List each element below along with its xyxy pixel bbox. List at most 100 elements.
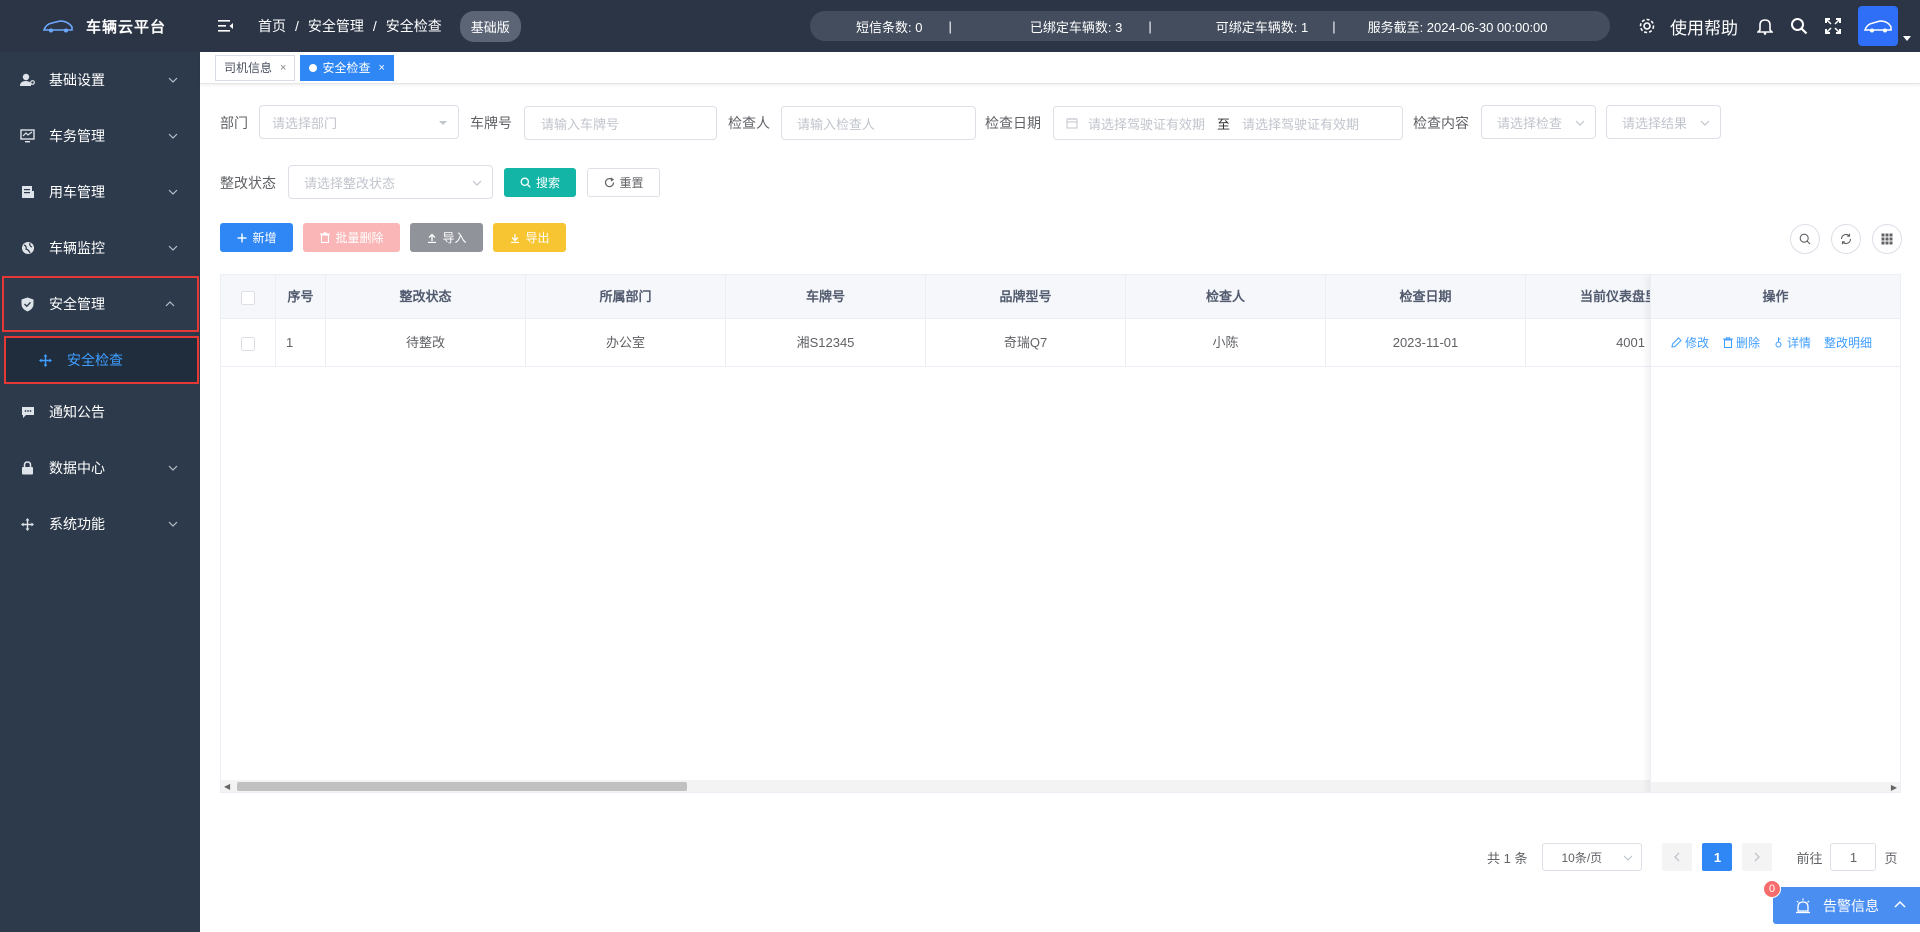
goto-page-input[interactable]: 1 [1830,843,1877,871]
version-badge: 基础版 [459,10,521,42]
detail-button[interactable]: 详情 [1773,334,1811,351]
column-header: 检查人 [1126,275,1326,319]
search-icon[interactable] [1788,15,1810,37]
settings-gear-icon[interactable] [1636,15,1658,37]
refresh-icon [603,177,615,189]
row-select-cell [221,319,276,367]
table-row[interactable]: 1 待整改 办公室 湘S12345 奇瑞Q7 小陈 2023-11-01 400… [221,319,1900,367]
tab-driver-info[interactable]: 司机信息 × [215,54,296,81]
chevron-down-icon [168,521,178,527]
delete-label: 删除 [1736,336,1761,350]
refresh-icon [1840,233,1852,245]
sidebar-subitem-safety-check[interactable]: 安全检查 [4,336,199,384]
search-button-label: 搜索 [535,176,560,190]
column-settings-button[interactable] [1872,224,1902,254]
check-result-select[interactable]: 请选择结果 [1606,105,1721,139]
cell-index: 1 [276,319,326,367]
shield-icon [20,297,35,312]
search-button[interactable]: 搜索 [504,168,576,197]
cell-inspector: 小陈 [1126,319,1326,367]
sidebar-item-vehicle-usage[interactable]: 用车管理 [0,164,200,220]
bound-vehicles-count: 已绑定车辆数: 3 [1029,19,1123,35]
sidebar-item-vehicle-affairs[interactable]: 车务管理 [0,108,200,164]
car-logo-icon [42,20,73,33]
breadcrumb-separator: / [372,18,377,34]
move-icon [20,517,35,532]
sidebar-item-notices[interactable]: 通知公告 [0,384,200,440]
fullscreen-icon[interactable] [1822,15,1844,37]
batch-delete-button[interactable]: 批量删除 [303,223,400,252]
export-button[interactable]: 导出 [493,223,566,252]
next-page-button[interactable] [1742,843,1773,871]
scroll-left-arrow-icon[interactable]: ◀ [224,782,230,791]
prev-page-button[interactable] [1662,843,1693,871]
alarm-info-button[interactable]: 告警信息 [1773,887,1920,924]
cell-check-date: 2023-11-01 [1326,319,1526,367]
sidebar-item-label: 车辆监控 [49,240,105,256]
hamburger-menu-icon[interactable] [216,16,236,36]
info-divider: | [948,18,952,34]
reset-button-label: 重置 [619,176,644,190]
plate-input[interactable]: 请输入车牌号 [524,106,717,140]
logo[interactable]: 车辆云平台 [0,0,200,52]
tab-safety-check[interactable]: 安全检查 × [300,54,394,81]
page-number-1[interactable]: 1 [1702,843,1733,871]
edit-button[interactable]: 修改 [1671,334,1709,351]
delete-button[interactable]: 删除 [1722,334,1760,351]
column-header: 车牌号 [726,275,926,319]
sidebar-item-safety-management[interactable]: 安全管理 [2,276,199,332]
reset-button[interactable]: 重置 [587,168,660,197]
globe-icon [20,241,35,256]
department-placeholder: 请选择部门 [272,115,338,131]
safety-check-table: 序号 整改状态 所属部门 车牌号 品牌型号 检查人 检查日期 当前仪表盘里程 1… [220,274,1901,793]
bell-icon[interactable] [1754,15,1776,37]
check-content-select[interactable]: 请选择检查 [1481,105,1596,139]
rectify-detail-button[interactable]: 整改明细 [1824,334,1872,351]
download-icon [509,232,521,244]
message-icon [20,405,35,420]
select-all-checkbox[interactable] [241,290,255,305]
horizontal-scrollbar-track[interactable]: ▶ [1651,782,1900,792]
sidebar-item-data-center[interactable]: 数据中心 [0,440,200,496]
check-date-range[interactable]: 请选择驾驶证有效期 至 请选择驾驶证有效期 [1053,106,1403,140]
column-header: 操作 [1651,275,1900,319]
avatar[interactable] [1858,6,1898,46]
chevron-down-icon [168,245,178,251]
service-expiry: 服务截至: 2024-06-30 00:00:00 [1367,19,1548,35]
close-icon[interactable]: × [378,62,384,74]
date-start-placeholder: 请选择驾驶证有效期 [1088,116,1206,132]
inspector-input[interactable]: 请输入检查人 [781,106,976,140]
page-size-select[interactable]: 10条/页 [1542,843,1643,871]
sidebar-item-label: 数据中心 [49,460,105,476]
cell-rectify-status: 待整改 [326,319,526,367]
column-header: 整改状态 [326,275,526,319]
sidebar-item-vehicle-monitoring[interactable]: 车辆监控 [0,220,200,276]
date-end-placeholder: 请选择驾驶证有效期 [1242,116,1360,132]
horizontal-scrollbar[interactable]: ◀ [221,780,1652,792]
rectify-status-placeholder: 请选择整改状态 [304,175,396,191]
edit-label: 修改 [1685,336,1710,350]
toggle-search-button[interactable] [1790,224,1820,254]
rectify-status-select[interactable]: 请选择整改状态 [288,165,493,199]
sidebar-item-system-functions[interactable]: 系统功能 [0,496,200,552]
help-link[interactable]: 使用帮助 [1670,14,1738,39]
scroll-right-arrow-icon[interactable]: ▶ [1891,783,1897,792]
department-select[interactable]: 请选择部门 [259,105,459,139]
sidebar-item-label: 车务管理 [49,128,105,144]
refresh-table-button[interactable] [1831,224,1861,254]
select-all-cell [221,275,276,319]
edit-icon [1671,337,1682,348]
sidebar-item-label: 安全管理 [49,296,105,312]
scrollbar-thumb[interactable] [237,782,687,791]
breadcrumb-safety-management[interactable]: 安全管理 [308,16,364,36]
document-icon [20,185,35,200]
breadcrumb: 首页 / 安全管理 / 安全检查 [258,16,442,36]
add-button[interactable]: 新增 [220,223,293,252]
breadcrumb-home[interactable]: 首页 [258,16,286,36]
import-button[interactable]: 导入 [410,223,483,252]
chevron-down-icon [1575,120,1585,126]
close-icon[interactable]: × [280,62,286,74]
user-dropdown-caret-icon[interactable] [1898,6,1916,46]
row-checkbox[interactable] [241,336,255,351]
sidebar-item-basic-settings[interactable]: 基础设置 [0,52,200,108]
